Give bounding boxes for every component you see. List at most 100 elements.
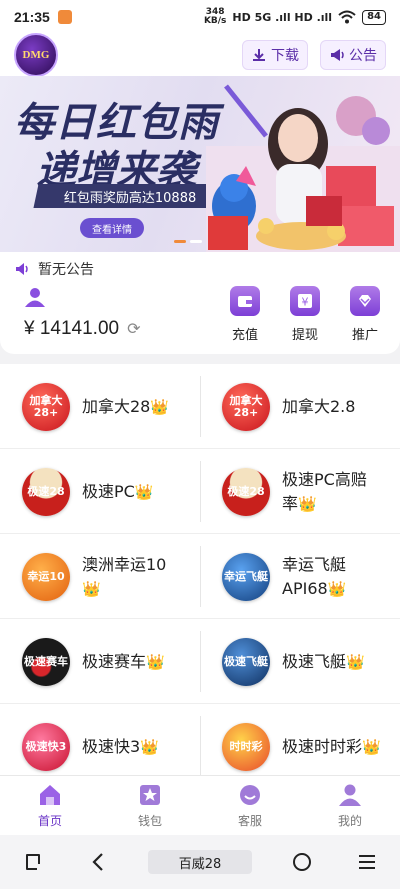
game-name: 极速赛车👑 [82, 650, 182, 674]
banner-illustration [206, 84, 400, 252]
game-tile-speed-racing[interactable]: 极速赛车 极速赛车👑 [0, 619, 200, 704]
tab-service[interactable]: 客服 [200, 776, 300, 835]
crown-icon: 👑 [150, 397, 170, 416]
tab-mine[interactable]: 我的 [300, 776, 400, 835]
game-name: 极速PC高赔率👑 [282, 468, 382, 516]
crown-icon: 👑 [140, 737, 159, 756]
status-indicators: 348 KB/s HD 5G .ıll HD .ıll 84 [204, 8, 386, 26]
promo-banner[interactable]: 每日红包雨 递增来袭 红包雨奖励高达10888 查看详情 [0, 76, 400, 252]
notification-app-icon [57, 10, 72, 24]
tab-wallet-label: 钱包 [137, 814, 162, 828]
game-tile-speed-ssc[interactable]: 时时彩 极速时时彩👑 [200, 704, 400, 775]
game-row: 幸运10 澳洲幸运10 👑 幸运飞艇 幸运飞艇API68👑 [0, 534, 400, 619]
tab-mine-label: 我的 [337, 814, 362, 828]
wifi-icon [338, 10, 356, 24]
home-circle-icon[interactable] [287, 847, 317, 877]
recharge-button[interactable]: 充值 [228, 286, 262, 343]
net-speed: 348 KB/s [204, 8, 226, 26]
game-name-text: 加拿大28 [82, 396, 151, 416]
canada2-8-icon: 加拿大28+ [222, 382, 270, 431]
notice-button[interactable]: 公告 [320, 40, 386, 70]
game-row: 极速快3 极速快3👑 时时彩 极速时时彩👑 [0, 704, 400, 775]
withdraw-button[interactable]: ¥ 提现 [288, 286, 322, 343]
speed-racing-icon: 极速赛车 [22, 637, 70, 686]
tab-wallet[interactable]: 钱包 [100, 776, 200, 835]
game-name-text: 极速赛车 [82, 651, 147, 671]
game-name-text: 极速快3 [82, 736, 141, 756]
game-tile-speed-pc-high-odds[interactable]: 极速28 极速PC高赔率👑 [200, 449, 400, 534]
speed-pc-high-odds-icon: 极速28 [222, 467, 270, 516]
speed-ssc-icon: 时时彩 [222, 722, 270, 771]
game-name: 幸运飞艇API68👑 [282, 553, 382, 601]
star-wallet-icon [140, 785, 160, 805]
game-tile-canada2-8[interactable]: 加拿大28+ 加拿大2.8 [200, 364, 400, 449]
game-tile-speed-k3[interactable]: 极速快3 极速快3👑 [0, 704, 200, 775]
notice-label: 公告 [349, 48, 377, 64]
game-name: 加拿大2.8 [282, 395, 382, 419]
game-name-text: 加拿大2.8 [282, 396, 356, 416]
crown-icon: 👑 [346, 652, 365, 671]
speed-airship-icon: 极速飞艇 [222, 637, 270, 686]
crown-icon: 👑 [134, 482, 154, 501]
game-row: 极速赛车 极速赛车👑 极速飞艇 极速飞艇👑 [0, 619, 400, 704]
game-grid: 加拿大28+ 加拿大28👑 加拿大28+ 加拿大2.8 极速28 极速PC👑 极… [0, 364, 400, 775]
game-name-text: 澳洲幸运10 [82, 554, 167, 574]
app-logo[interactable]: DMG [14, 33, 58, 77]
wallet-icon [230, 286, 260, 316]
notice-bar[interactable]: 暂无公告 [14, 259, 94, 279]
lucky-airship-icon: 幸运飞艇 [222, 552, 270, 601]
refresh-icon[interactable]: ⟳ [127, 319, 140, 339]
game-name: 极速PC👑 [82, 480, 182, 504]
banner-detail-button[interactable]: 查看详情 [80, 218, 144, 238]
game-name: 加拿大28👑 [82, 395, 182, 419]
game-name: 极速时时彩👑 [282, 735, 382, 759]
recharge-label: 充值 [231, 328, 258, 343]
promote-button[interactable]: 推广 [348, 286, 382, 343]
signal-icon: HD 5G .ıll HD .ıll [232, 10, 333, 24]
megaphone-icon [331, 49, 344, 61]
back-icon[interactable] [83, 847, 113, 877]
wallet-card: 暂无公告 ¥ 14141.00 ⟳ 充值 ¥ 提现 推广 [0, 252, 400, 354]
crown-icon: 👑 [146, 652, 165, 671]
banner-pagination [174, 240, 202, 243]
canada28-icon: 加拿大28+ [22, 382, 70, 431]
speaker-icon [16, 263, 28, 275]
tab-home[interactable]: 首页 [0, 776, 100, 835]
recents-icon[interactable] [18, 847, 48, 877]
aus-lucky10-icon: 幸运10 [22, 552, 70, 601]
net-speed-unit: KB/s [203, 16, 227, 26]
tab-service-label: 客服 [237, 814, 262, 828]
banner-dot[interactable] [190, 240, 202, 243]
game-name-text: 极速时时彩 [282, 736, 363, 756]
game-tile-canada28[interactable]: 加拿大28+ 加拿大28👑 [0, 364, 200, 449]
yuan-icon: ¥ [290, 286, 320, 316]
menu-icon[interactable] [352, 847, 382, 877]
game-tile-lucky-airship[interactable]: 幸运飞艇 幸运飞艇API68👑 [200, 534, 400, 619]
crown-icon: 👑 [82, 579, 101, 598]
crown-icon: 👑 [298, 494, 317, 513]
withdraw-label: 提现 [291, 328, 318, 343]
download-icon [253, 49, 265, 61]
promote-label: 推广 [351, 328, 378, 343]
status-bar: 21:35 348 KB/s HD 5G .ıll HD .ıll 84 [0, 0, 400, 34]
crown-icon: 👑 [362, 737, 381, 756]
banner-subtitle: 红包雨奖励高达10888 [33, 184, 227, 208]
game-name-text: 极速PC [82, 481, 135, 501]
speed-pc-icon: 极速28 [22, 467, 70, 516]
game-tile-speed-airship[interactable]: 极速飞艇 极速飞艇👑 [200, 619, 400, 704]
battery-icon: 84 [362, 9, 386, 25]
game-tile-aus-lucky10[interactable]: 幸运10 澳洲幸运10 👑 [0, 534, 200, 619]
notice-text: 暂无公告 [38, 262, 94, 278]
customer-service-icon [240, 785, 260, 805]
download-label: 下载 [271, 48, 299, 64]
app-header: DMG 下载 公告 [0, 33, 400, 77]
game-tile-speed-pc[interactable]: 极速28 极速PC👑 [0, 449, 200, 534]
banner-dot-active[interactable] [174, 240, 186, 243]
download-button[interactable]: 下载 [242, 40, 308, 70]
current-app-label[interactable]: 百威28 [147, 850, 252, 874]
game-row: 加拿大28+ 加拿大28👑 加拿大28+ 加拿大2.8 [0, 364, 400, 449]
bottom-tab-bar: 首页 钱包 客服 我的 [0, 775, 400, 835]
diamond-icon [350, 286, 380, 316]
profile-icon [339, 784, 361, 806]
balance-amount: ¥ 14141.00 [24, 318, 120, 339]
